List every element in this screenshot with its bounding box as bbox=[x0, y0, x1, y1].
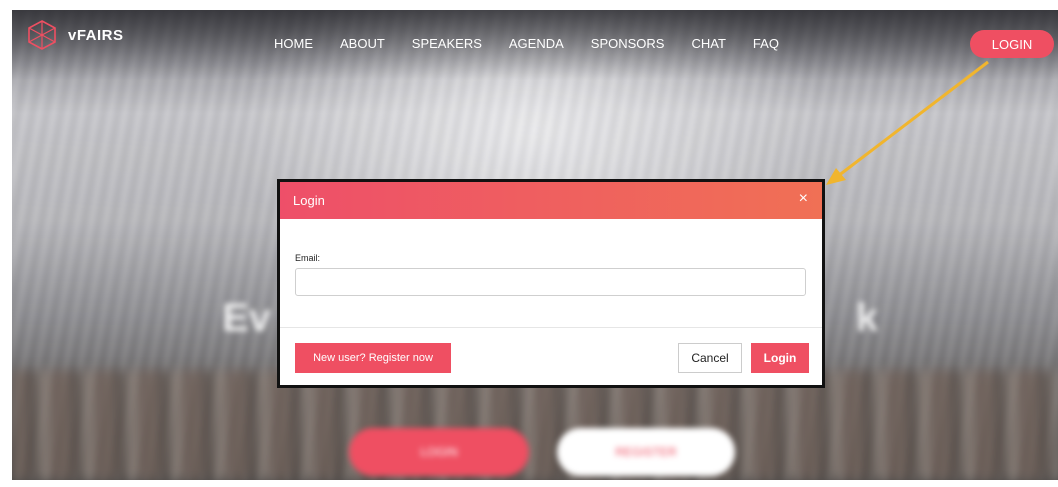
modal-title: Login bbox=[293, 193, 325, 208]
modal-divider bbox=[280, 327, 822, 328]
modal-login-button[interactable]: Login bbox=[751, 343, 809, 373]
register-now-button[interactable]: New user? Register now bbox=[295, 343, 451, 373]
login-modal: Login × Email: New user? Register now Ca… bbox=[277, 179, 825, 388]
close-icon[interactable]: × bbox=[799, 190, 808, 208]
cancel-button[interactable]: Cancel bbox=[678, 343, 742, 373]
email-input[interactable] bbox=[295, 268, 806, 296]
email-label: Email: bbox=[295, 253, 321, 263]
modal-header: Login × bbox=[280, 182, 822, 219]
